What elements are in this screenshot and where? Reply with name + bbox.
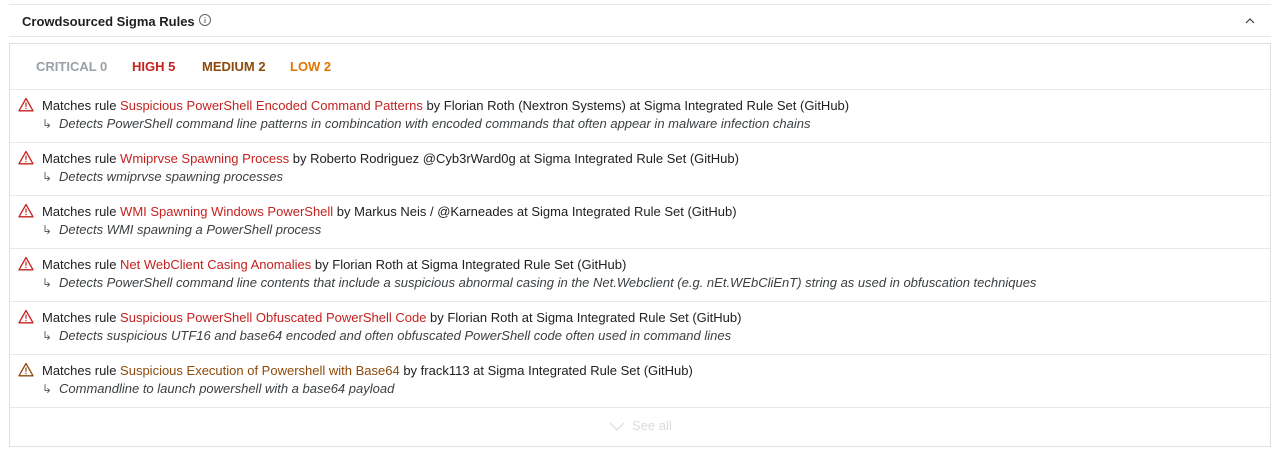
rule-description-line: ↳ Detects wmiprvse spawning processes [42, 169, 283, 184]
rule-summary: Matches rule Suspicious Execution of Pow… [42, 363, 693, 378]
rule-summary: Matches rule WMI Spawning Windows PowerS… [42, 204, 737, 219]
subdirectory-arrow-icon: ↳ [42, 329, 53, 343]
rule-description-line: ↳ Detects PowerShell command line content… [42, 275, 1036, 290]
rule-item: Matches rule WMI Spawning Windows PowerS… [10, 196, 1270, 249]
rule-description-line: ↳ Commandline to launch powershell with a… [42, 381, 394, 396]
subdirectory-arrow-icon: ↳ [42, 223, 53, 237]
rule-description: Detects suspicious UTF16 and base64 enco… [59, 328, 732, 343]
rule-description: Detects PowerShell command line patterns… [59, 116, 811, 131]
rule-prefix: Matches rule [42, 363, 121, 378]
info-icon[interactable] [198, 13, 212, 27]
warning-icon [18, 203, 34, 218]
rule-item: Matches rule Suspicious PowerShell Obfus… [10, 302, 1270, 355]
severity-filter-bar: CRITICAL 0 HIGH 5 MEDIUM 2 LOW 2 [10, 44, 1270, 90]
see-all-label: See all [632, 418, 672, 433]
rule-description-line: ↳ Detects WMI spawning a PowerShell proce… [42, 222, 321, 237]
warning-icon [18, 256, 34, 271]
chevron-down-icon [609, 422, 625, 431]
rule-item: Matches rule Net WebClient Casing Anomal… [10, 249, 1270, 302]
rule-prefix: Matches rule [42, 310, 121, 325]
subdirectory-arrow-icon: ↳ [42, 170, 53, 184]
warning-icon [18, 97, 34, 112]
rule-description-line: ↳ Detects suspicious UTF16 and base64 enc… [42, 328, 731, 343]
rule-item: Matches rule Suspicious PowerShell Encod… [10, 90, 1270, 143]
rule-name-link[interactable]: Suspicious PowerShell Obfuscated PowerSh… [120, 310, 426, 325]
severity-critical-filter[interactable]: CRITICAL 0 [36, 59, 107, 74]
rule-prefix: Matches rule [42, 204, 121, 219]
rule-summary: Matches rule Suspicious PowerShell Encod… [42, 98, 849, 113]
rule-summary: Matches rule Suspicious PowerShell Obfus… [42, 310, 741, 325]
rule-name-link[interactable]: Wmiprvse Spawning Process [120, 151, 289, 166]
rule-description: Detects WMI spawning a PowerShell proces… [59, 222, 322, 237]
rule-item: Matches rule Wmiprvse Spawning Process b… [10, 143, 1270, 196]
rule-name-link[interactable]: Suspicious PowerShell Encoded Command Pa… [120, 98, 423, 113]
rule-description: Commandline to launch powershell with a … [59, 381, 395, 396]
rule-author: by frack113 at Sigma Integrated Rule Set… [399, 363, 693, 378]
severity-medium-filter[interactable]: MEDIUM 2 [202, 59, 266, 74]
rule-author: by Roberto Rodriguez @Cyb3rWard0g at Sig… [289, 151, 739, 166]
rule-name-link[interactable]: Net WebClient Casing Anomalies [120, 257, 311, 272]
severity-high-filter[interactable]: HIGH 5 [132, 59, 175, 74]
rule-summary: Matches rule Net WebClient Casing Anomal… [42, 257, 626, 272]
see-all-button[interactable]: See all [608, 418, 672, 433]
subdirectory-arrow-icon: ↳ [42, 276, 53, 290]
subdirectory-arrow-icon: ↳ [42, 382, 53, 396]
rule-item: Matches rule Suspicious Execution of Pow… [10, 355, 1270, 408]
rule-summary: Matches rule Wmiprvse Spawning Process b… [42, 151, 739, 166]
sigma-rules-panel: CRITICAL 0 HIGH 5 MEDIUM 2 LOW 2 Matches… [9, 43, 1271, 447]
rule-author: by Florian Roth at Sigma Integrated Rule… [311, 257, 627, 272]
rule-author: by Florian Roth (Nextron Systems) at Sig… [422, 98, 850, 113]
warning-icon [18, 362, 34, 377]
rule-name-link[interactable]: WMI Spawning Windows PowerShell [120, 204, 333, 219]
rule-name-link[interactable]: Suspicious Execution of Powershell with … [120, 363, 400, 378]
warning-icon [18, 309, 34, 324]
chevron-up-icon[interactable] [1243, 14, 1257, 28]
warning-icon [18, 150, 34, 165]
rule-description-line: ↳ Detects PowerShell command line pattern… [42, 116, 811, 131]
rule-author: by Florian Roth at Sigma Integrated Rule… [426, 310, 742, 325]
rule-description: Detects PowerShell command line contents… [59, 275, 1037, 290]
subdirectory-arrow-icon: ↳ [42, 117, 53, 131]
rule-prefix: Matches rule [42, 257, 121, 272]
section-title: Crowdsourced Sigma Rules [22, 14, 195, 29]
section-header: Crowdsourced Sigma Rules [9, 4, 1271, 37]
rule-description: Detects wmiprvse spawning processes [59, 169, 283, 184]
rule-prefix: Matches rule [42, 98, 121, 113]
rule-author: by Markus Neis / @Karneades at Sigma Int… [333, 204, 737, 219]
rule-prefix: Matches rule [42, 151, 121, 166]
severity-low-filter[interactable]: LOW 2 [290, 59, 331, 74]
